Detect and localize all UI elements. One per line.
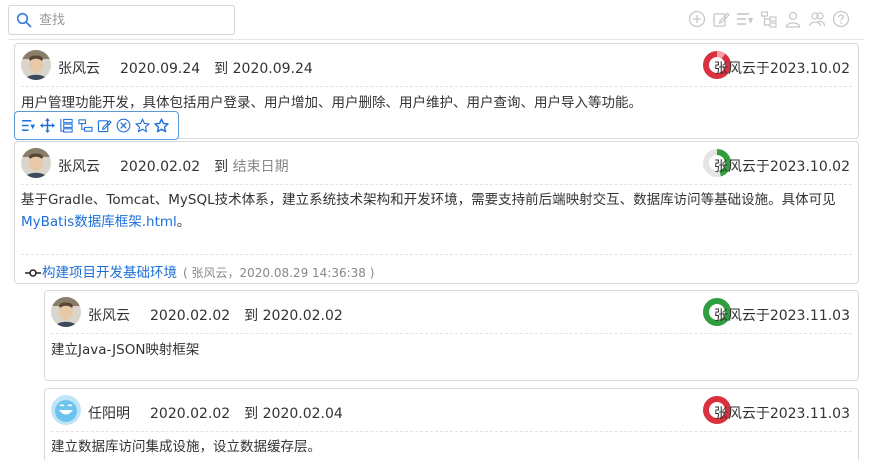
edit-icon bbox=[97, 120, 112, 133]
divider bbox=[21, 254, 852, 255]
end-date[interactable]: 2020.02.04 bbox=[263, 406, 343, 422]
date-range: 2020.02.02 到 结束日期 bbox=[120, 156, 289, 176]
tree-button[interactable] bbox=[758, 8, 780, 30]
header-divider bbox=[8, 39, 864, 40]
star-button[interactable] bbox=[153, 118, 169, 134]
divider bbox=[51, 431, 852, 432]
task-header: 张风云 2020.02.02 到 结束日期 张风云于2023.10.02 bbox=[15, 142, 858, 184]
task-description: 建立Java-JSON映射框架 bbox=[51, 342, 200, 358]
start-date[interactable]: 2020.02.02 bbox=[120, 159, 200, 175]
divider bbox=[21, 184, 852, 185]
sort-button[interactable] bbox=[734, 8, 756, 30]
divider bbox=[51, 333, 852, 334]
divider bbox=[21, 86, 852, 87]
star-icon bbox=[153, 118, 169, 133]
end-date[interactable]: 2020.02.02 bbox=[263, 308, 343, 324]
update-info: 张风云于2023.11.03 bbox=[713, 406, 850, 422]
task-description: 基于Gradle、Tomcat、MySQL技术体系，建立系统技术架构和开发环境，… bbox=[21, 189, 848, 233]
owner-name: 张风云 bbox=[88, 308, 130, 324]
commit-info: ( 张风云，2020.08.29 14:36:38 ) bbox=[183, 266, 375, 280]
update-info: 张风云于2023.10.02 bbox=[713, 61, 850, 77]
task-header: 任阳明 2020.02.02 到 2020.02.04 张风云于2023.11.0… bbox=[45, 389, 858, 431]
avatar bbox=[21, 50, 51, 80]
edit-button[interactable] bbox=[710, 8, 732, 30]
date-range: 2020.02.02 到 2020.02.02 bbox=[150, 305, 343, 325]
owner-name: 张风云 bbox=[58, 159, 100, 175]
description-text: 基于Gradle、Tomcat、MySQL技术体系，建立系统技术架构和开发环境，… bbox=[21, 192, 836, 208]
person-photo-icon bbox=[21, 50, 51, 80]
to-label: 到 bbox=[244, 308, 259, 324]
help-button[interactable] bbox=[830, 8, 852, 30]
row-action-toolbar bbox=[14, 111, 179, 140]
to-label: 到 bbox=[214, 61, 229, 77]
sort-row-button[interactable] bbox=[20, 118, 36, 134]
move-row-button[interactable] bbox=[39, 118, 55, 134]
list-sort-icon bbox=[737, 13, 753, 25]
indent-row-button[interactable] bbox=[58, 118, 74, 134]
commit-link[interactable]: 构建项目开发基础环境 bbox=[42, 265, 177, 281]
subtask-card[interactable]: 张风云 2020.02.02 到 2020.02.02 张风云于2023.11.0… bbox=[44, 290, 859, 381]
start-date[interactable]: 2020.09.24 bbox=[120, 61, 200, 77]
star-outline-icon bbox=[134, 118, 150, 133]
owner-name: 任阳明 bbox=[88, 406, 130, 422]
edit-icon bbox=[713, 12, 730, 27]
delete-circle-icon bbox=[116, 118, 130, 133]
person-photo-icon bbox=[21, 148, 51, 178]
add-button[interactable] bbox=[686, 8, 708, 30]
date-range: 2020.02.02 到 2020.02.04 bbox=[150, 403, 343, 423]
owner-name: 张风云 bbox=[58, 61, 100, 77]
description-end: 。 bbox=[176, 214, 191, 230]
search-box[interactable] bbox=[8, 5, 235, 35]
description-link[interactable]: MyBatis数据库框架.html bbox=[21, 214, 177, 230]
move-icon bbox=[39, 118, 55, 133]
avatar bbox=[51, 297, 81, 327]
edit-row-button[interactable] bbox=[96, 118, 112, 134]
to-label: 到 bbox=[214, 159, 229, 175]
avatar bbox=[21, 148, 51, 178]
user-button[interactable] bbox=[782, 8, 804, 30]
to-label: 到 bbox=[244, 406, 259, 422]
delete-row-button[interactable] bbox=[115, 118, 131, 134]
start-date[interactable]: 2020.02.02 bbox=[150, 406, 230, 422]
users-button[interactable] bbox=[806, 8, 828, 30]
person-photo-icon bbox=[51, 297, 81, 327]
outdent-icon bbox=[77, 119, 93, 132]
task-header: 张风云 2020.02.02 到 2020.02.02 张风云于2023.11.0… bbox=[45, 291, 858, 333]
subtask-card[interactable]: 任阳明 2020.02.02 到 2020.02.04 张风云于2023.11.0… bbox=[44, 388, 859, 460]
start-date[interactable]: 2020.02.02 bbox=[150, 308, 230, 324]
user-icon bbox=[785, 11, 801, 28]
star-outline-button[interactable] bbox=[134, 118, 150, 134]
toolbar bbox=[686, 8, 852, 30]
task-card[interactable]: 张风云 2020.02.02 到 结束日期 张风云于2023.10.02 基于Gr… bbox=[14, 141, 859, 284]
help-icon bbox=[832, 10, 850, 28]
add-circle-icon bbox=[688, 10, 706, 28]
task-description: 建立数据库访问集成设施，设立数据缓存层。 bbox=[51, 439, 321, 455]
avatar bbox=[51, 395, 81, 425]
tree-icon bbox=[760, 11, 777, 28]
end-date[interactable]: 2020.09.24 bbox=[233, 61, 313, 77]
cartoon-avatar-icon bbox=[51, 395, 81, 425]
task-header: 张风云 2020.09.24 到 2020.09.24 张风云于2023.10.0… bbox=[15, 44, 858, 86]
indent-icon bbox=[59, 118, 73, 133]
outdent-row-button[interactable] bbox=[77, 118, 93, 134]
commit-row: 构建项目开发基础环境 ( 张风云，2020.08.29 14:36:38 ) bbox=[25, 261, 374, 281]
users-icon bbox=[808, 12, 826, 27]
search-input[interactable] bbox=[39, 10, 229, 30]
search-icon bbox=[16, 12, 32, 28]
update-info: 张风云于2023.10.02 bbox=[713, 159, 850, 175]
update-info: 张风云于2023.11.03 bbox=[713, 308, 850, 324]
list-sort-icon bbox=[21, 120, 35, 131]
end-date[interactable]: 结束日期 bbox=[233, 159, 289, 175]
date-range: 2020.09.24 到 2020.09.24 bbox=[120, 58, 313, 78]
commit-icon bbox=[25, 269, 41, 277]
